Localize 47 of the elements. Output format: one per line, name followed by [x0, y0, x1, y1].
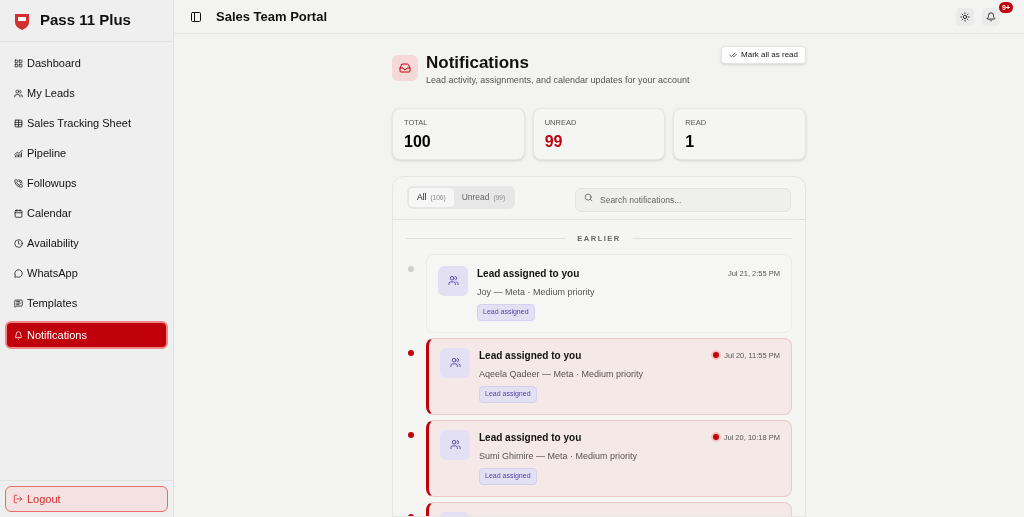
- sun-icon: [960, 11, 970, 22]
- bell-icon: [986, 11, 996, 22]
- stat-value: 1: [685, 131, 696, 152]
- notification-title: Lead assigned to you: [479, 348, 582, 363]
- search-field[interactable]: Search notifications...: [575, 187, 791, 212]
- notification-detail: Sumi Ghimire — Meta · Medium priority: [479, 449, 638, 463]
- notification-title: Lead assigned to you: [477, 266, 580, 281]
- sidebar-item[interactable]: Followups: [5, 171, 168, 195]
- stat-value: 100: [404, 131, 432, 152]
- brand-name: Pass 11 Plus: [40, 10, 131, 31]
- sidebar-item[interactable]: WhatsApp: [5, 261, 168, 285]
- sidebar-item[interactable]: Pipeline: [5, 141, 168, 165]
- users-icon: [438, 265, 468, 296]
- users-icon: [440, 347, 470, 378]
- calendar-icon: [14, 208, 23, 218]
- chat-icon: [14, 268, 23, 278]
- sidebar-item[interactable]: Dashboard: [5, 51, 168, 75]
- inbox-icon: [392, 55, 418, 81]
- mark-all-read-button[interactable]: Mark all as read: [721, 46, 806, 64]
- chart-icon: [14, 148, 23, 158]
- page-title: Notifications: [426, 52, 530, 74]
- users-icon: [14, 88, 23, 98]
- table-icon: [14, 118, 23, 128]
- portal-title: Sales Team Portal: [216, 7, 328, 26]
- theme-toggle-button[interactable]: [956, 7, 974, 26]
- sidebar-item[interactable]: Sales Tracking Sheet: [5, 111, 168, 135]
- grid-icon: [14, 58, 23, 68]
- bell-icon: [14, 330, 23, 340]
- search-icon: [584, 192, 593, 202]
- users-icon: [440, 429, 470, 460]
- sidebar-item[interactable]: Notifications: [5, 321, 168, 349]
- page-subtitle: Lead activity, assignments, and calendar updates for your account: [426, 74, 690, 87]
- clock-icon: [14, 238, 23, 248]
- notification-detail: Joy — Meta · Medium priority: [477, 285, 595, 299]
- phone-icon: [14, 178, 23, 188]
- message-icon: [14, 298, 23, 308]
- sidebar-item[interactable]: My Leads: [5, 81, 168, 105]
- logout-icon: [13, 494, 23, 504]
- sidebar-item[interactable]: Availability: [5, 231, 168, 255]
- stat-value: 99: [544, 131, 564, 152]
- logout-button[interactable]: Logout: [5, 486, 168, 512]
- double-check-icon: [729, 51, 738, 59]
- sidebar-item[interactable]: Calendar: [5, 201, 168, 225]
- notification-bell-button[interactable]: [982, 7, 1000, 26]
- notification-detail: Aqeela Qadeer — Meta · Medium priority: [479, 367, 644, 381]
- notification-title: Lead assigned to you: [479, 430, 582, 445]
- sidebar-item[interactable]: Templates: [5, 291, 168, 315]
